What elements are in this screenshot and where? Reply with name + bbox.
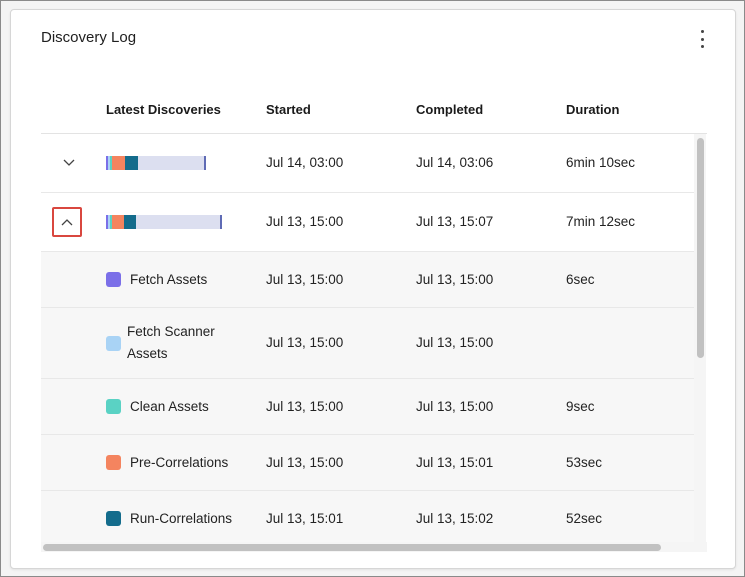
- header-latest-discoveries[interactable]: Latest Discoveries: [106, 102, 221, 117]
- step-row: Clean Assets Jul 13, 15:00 Jul 13, 15:00…: [41, 379, 694, 435]
- step-row: Pre-Correlations Jul 13, 15:00 Jul 13, 1…: [41, 435, 694, 491]
- completed-cell: Jul 13, 15:07: [416, 214, 494, 229]
- step-color-swatch: [106, 455, 121, 470]
- step-label: Clean Assets: [130, 399, 209, 414]
- table-row[interactable]: Jul 14, 03:00 Jul 14, 03:06 6min 10sec: [41, 134, 694, 193]
- duration-cell: 9sec: [566, 399, 595, 414]
- duration-cell: 6sec: [566, 272, 595, 287]
- kebab-menu-icon[interactable]: [697, 30, 707, 48]
- table-row[interactable]: Jul 13, 15:00 Jul 13, 15:07 7min 12sec: [41, 193, 694, 252]
- chevron-up-icon[interactable]: [52, 207, 82, 237]
- started-cell: Jul 13, 15:00: [266, 214, 344, 229]
- completed-cell: Jul 13, 15:02: [416, 511, 494, 526]
- table-body: Jul 14, 03:00 Jul 14, 03:06 6min 10sec J…: [41, 134, 707, 552]
- duration-cell: 52sec: [566, 511, 603, 526]
- duration-cell: 6min 10sec: [566, 155, 636, 170]
- discovery-table: Latest Discoveries Started Completed Dur…: [41, 88, 707, 552]
- started-cell: Jul 13, 15:00: [266, 272, 344, 287]
- chevron-down-icon[interactable]: [60, 154, 78, 172]
- step-color-swatch: [106, 511, 121, 526]
- table-header: Latest Discoveries Started Completed Dur…: [41, 88, 707, 134]
- horizontal-scrollbar-thumb[interactable]: [43, 544, 661, 551]
- step-label: Run-Correlations: [130, 511, 233, 526]
- started-cell: Jul 13, 15:00: [266, 399, 344, 414]
- step-label-line2: Assets: [127, 346, 168, 361]
- started-cell: Jul 13, 15:01: [266, 511, 344, 526]
- header-started[interactable]: Started: [266, 102, 311, 117]
- duration-cell: 53sec: [566, 455, 603, 470]
- completed-cell: Jul 13, 15:00: [416, 272, 494, 287]
- step-row: Fetch Scanner Assets Jul 13, 15:00 Jul 1…: [41, 308, 694, 379]
- step-color-swatch: [106, 336, 121, 351]
- step-label: Fetch Assets: [130, 272, 208, 287]
- discovery-log-card: Discovery Log Latest Discoveries Started…: [10, 9, 736, 569]
- step-row: Fetch Assets Jul 13, 15:00 Jul 13, 15:00…: [41, 252, 694, 308]
- completed-cell: Jul 13, 15:00: [416, 399, 494, 414]
- step-label: Pre-Correlations: [130, 455, 229, 470]
- discovery-progress-bar: [106, 156, 208, 170]
- card-title: Discovery Log: [41, 29, 137, 46]
- completed-cell: Jul 13, 15:01: [416, 455, 494, 470]
- window-frame: Discovery Log Latest Discoveries Started…: [0, 0, 745, 577]
- started-cell: Jul 14, 03:00: [266, 155, 344, 170]
- vertical-scrollbar[interactable]: [694, 134, 706, 542]
- started-cell: Jul 13, 15:00: [266, 455, 344, 470]
- started-cell: Jul 13, 15:00: [266, 335, 344, 350]
- completed-cell: Jul 13, 15:00: [416, 335, 494, 350]
- step-color-swatch: [106, 399, 121, 414]
- discovery-progress-bar: [106, 215, 224, 229]
- duration-cell: 7min 12sec: [566, 214, 636, 229]
- step-label-line1: Fetch Scanner: [127, 324, 215, 339]
- header-duration[interactable]: Duration: [566, 102, 619, 117]
- vertical-scrollbar-thumb[interactable]: [697, 138, 704, 358]
- step-row: Run-Correlations Jul 13, 15:01 Jul 13, 1…: [41, 491, 694, 542]
- horizontal-scrollbar[interactable]: [41, 542, 707, 552]
- header-completed[interactable]: Completed: [416, 102, 483, 117]
- completed-cell: Jul 14, 03:06: [416, 155, 494, 170]
- step-color-swatch: [106, 272, 121, 287]
